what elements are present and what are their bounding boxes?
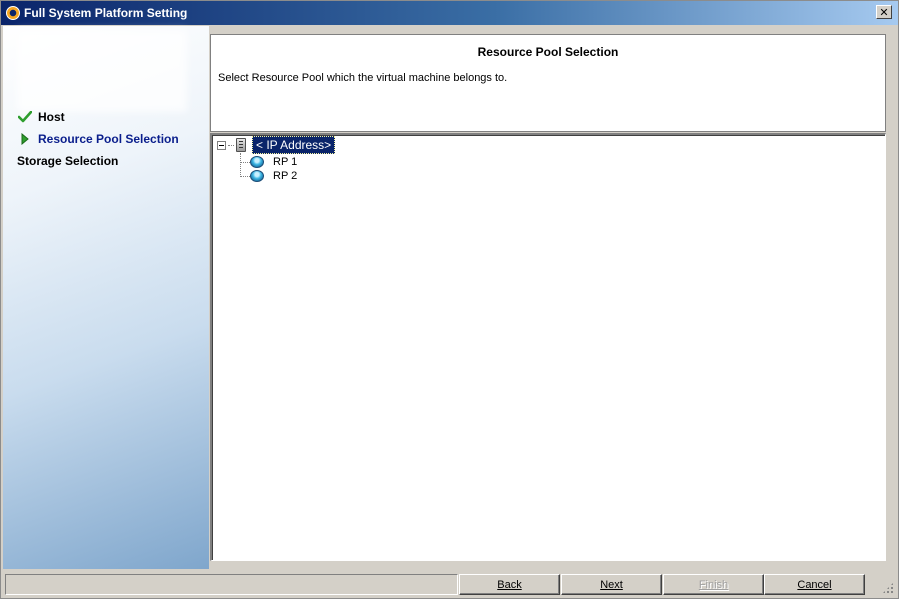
tree-connector [240, 175, 250, 177]
tree-node-label[interactable]: RP 1 [273, 156, 297, 168]
check-icon [17, 109, 33, 125]
page-description: Select Resource Pool which the virtual m… [218, 72, 508, 84]
banner-area [17, 30, 187, 112]
tree-node-rp1[interactable]: RP 1 [240, 155, 297, 169]
close-icon: ✕ [879, 5, 889, 19]
tree-node-rp2[interactable]: RP 2 [240, 169, 297, 183]
tree-connector [228, 144, 234, 146]
arrow-right-icon [17, 131, 33, 147]
resource-pool-tree[interactable]: < IP Address> RP 1 RP 2 [210, 133, 886, 561]
app-icon [6, 6, 20, 20]
tree-root-node[interactable]: < IP Address> [217, 136, 336, 154]
close-button[interactable]: ✕ [876, 5, 892, 19]
back-button[interactable]: Back [459, 574, 560, 595]
tree-node-label[interactable]: RP 2 [273, 170, 297, 182]
status-field [5, 574, 458, 595]
tree-connector [240, 161, 250, 163]
step-resource-pool-selection: Resource Pool Selection [17, 131, 179, 147]
next-button[interactable]: Next [561, 574, 662, 595]
step-storage-selection: Storage Selection [17, 153, 118, 169]
step-host: Host [17, 109, 65, 125]
server-icon [236, 138, 246, 152]
wizard-window: Full System Platform Setting ✕ Host Reso… [0, 0, 899, 599]
step-label: Storage Selection [17, 154, 119, 168]
step-label: Host [38, 110, 65, 124]
title-bar[interactable]: Full System Platform Setting ✕ [1, 1, 898, 25]
cancel-button[interactable]: Cancel [764, 574, 865, 595]
step-label: Resource Pool Selection [38, 132, 179, 146]
finish-button: Finish [663, 574, 764, 595]
resize-grip-icon[interactable] [882, 582, 894, 594]
wizard-steps-panel: Host Resource Pool Selection Storage Sel… [3, 26, 209, 569]
collapse-icon[interactable] [217, 140, 226, 150]
window-title: Full System Platform Setting [24, 6, 188, 20]
tree-root-label[interactable]: < IP Address> [252, 136, 336, 154]
resource-pool-icon [250, 170, 264, 182]
page-header: Resource Pool Selection Select Resource … [210, 34, 886, 132]
resource-pool-icon [250, 156, 264, 168]
page-title: Resource Pool Selection [477, 45, 619, 59]
